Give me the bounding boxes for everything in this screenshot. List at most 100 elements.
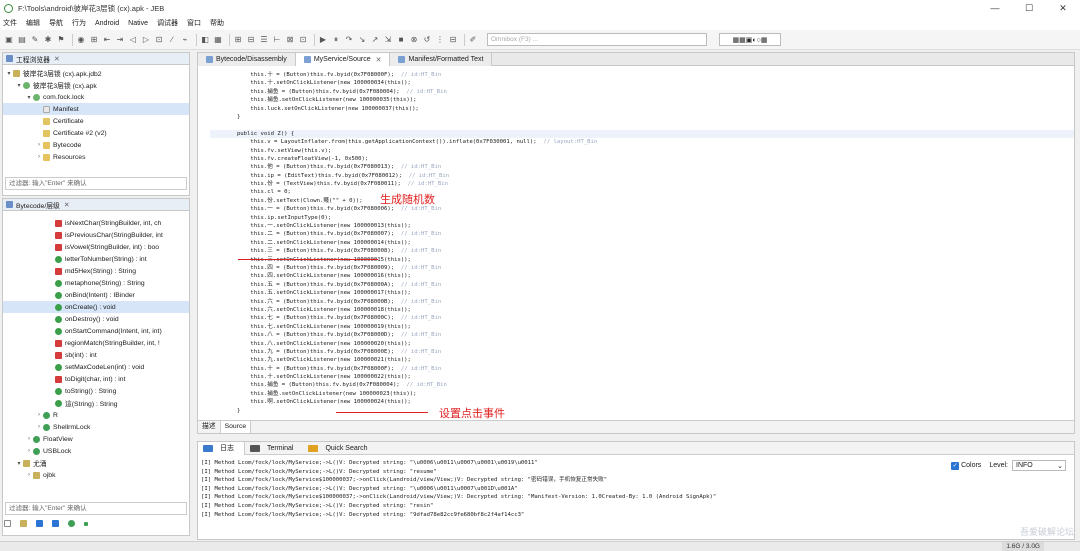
close-button[interactable]: ✕ [1046,0,1080,16]
code-line[interactable]: this.四.setOnClickListener(new 100000016(… [210,272,1074,280]
project-explorer-tab[interactable]: 工程浏览器 ✕ [3,53,189,65]
flag-icon[interactable]: ⚑ [56,35,66,45]
package-item[interactable]: ▾ 尤涌 [3,457,189,469]
code-line[interactable] [210,121,1074,129]
debug-start-icon[interactable]: ▶ [318,35,328,45]
code-line[interactable]: this.捕鱼 = (Button)this.fv.byid(0x7F08000… [210,88,1074,96]
code-line[interactable]: this.luck.setOnClickListener(new 1000000… [210,105,1074,113]
log-output[interactable]: [I] Method Lcom/fock/lock/MyService;->L(… [201,459,716,519]
code-line[interactable]: this.份 = (TextView)this.fv.byid(0x7F0800… [210,180,1074,188]
code-line[interactable]: this.十 = (Button)this.fv.byid(0x7F08000F… [210,365,1074,373]
method-item[interactable]: metaphone(String) : String [3,277,189,289]
method-item[interactable]: letterToNumber(String) : int [3,253,189,265]
back-arrow-icon[interactable]: ◁ [128,35,138,45]
tree-node-certificate-v2[interactable]: Certificate #2 (v2) [3,127,189,139]
debug-restart-icon[interactable]: ↺ [422,35,432,45]
code-line[interactable]: } [210,407,1074,415]
code-line[interactable]: this.啊.setOnClickListener(new 100000024(… [210,398,1074,406]
code-line[interactable]: this.七 = (Button)this.fv.byid(0x7F08000C… [210,314,1074,322]
split-icon[interactable]: ⊞ [89,35,99,45]
code-line[interactable]: this.八 = (Button)this.fv.byid(0x7F08000D… [210,331,1074,339]
close-icon[interactable]: ✕ [64,201,70,209]
tab-manifest-formatted[interactable]: Manifest/Formatted Text [390,53,493,66]
menu-native[interactable]: Native [128,20,148,27]
code-line[interactable]: this.捕鱼.setOnClickListener(new 100000023… [210,390,1074,398]
method-item[interactable]: setMaxCodeLen(int) : void [3,361,189,373]
debug-run-to-icon[interactable]: ⇲ [383,35,393,45]
code-line[interactable]: this.fv.createFloatView(-1, 0x500); [210,155,1074,163]
method-item[interactable]: isNextChar(StringBuilder, int, ch [3,217,189,229]
code-line[interactable]: this.ip.setInputType(0); [210,214,1074,222]
class-item[interactable]: › FloatView [3,433,189,445]
tab-quick-search[interactable]: Quick Search [303,442,377,455]
code-line[interactable]: this.九.setOnClickListener(new 100000021(… [210,356,1074,364]
tree-node-package[interactable]: ▾ com.fock.lock [3,91,189,103]
code-line[interactable]: this.二 = (Button)this.fv.byid(0x7F080007… [210,230,1074,238]
code-line[interactable]: this.八.setOnClickListener(new 100000020(… [210,340,1074,348]
open-file-icon[interactable]: ▣ [4,35,14,45]
chevron-right-icon[interactable]: › [35,142,43,148]
code-line[interactable]: this.七.setOnClickListener(new 100000019(… [210,323,1074,331]
tab-description[interactable]: 描述 [198,421,221,433]
chevron-right-icon[interactable]: › [25,448,33,454]
grid-icon[interactable]: ⊞ [233,35,243,45]
code-line[interactable]: this.一.setOnClickListener(new 100000013(… [210,222,1074,230]
table-icon[interactable]: ⊟ [246,35,256,45]
debug-threads-icon[interactable]: ⋮ [435,35,445,45]
method-filter-icon[interactable] [84,522,88,526]
menu-android[interactable]: Android [95,20,119,27]
code-line[interactable]: this.五.setOnClickListener(new 100000017(… [210,289,1074,297]
class-item[interactable]: › ShellrmLock [3,421,189,433]
tab-log[interactable]: 日志 [198,441,245,455]
wrench-icon[interactable]: ✎ [30,35,40,45]
code-line[interactable]: this.二.setOnClickListener(new 100000014(… [210,239,1074,247]
tab-terminal[interactable]: Terminal [245,442,303,455]
debug-pause-icon[interactable]: ⏸ [331,35,341,45]
chevron-right-icon[interactable]: › [35,154,43,160]
method-item[interactable]: isVowel(StringBuilder, int) : boo [3,241,189,253]
tree-node-apk[interactable]: ▾ 彼岸花3层锁 (cx).apk [3,79,189,91]
navigate-back-icon[interactable]: ⇤ [102,35,112,45]
tree-node-certificate[interactable]: Certificate [3,115,189,127]
chevron-right-icon[interactable]: › [25,436,33,442]
code-line[interactable]: this.一 = (Button)this.fv.byid(0x7F080006… [210,205,1074,213]
hierarchy-filter-input[interactable]: 过滤器: 输入"Enter" 来确认 [5,502,187,515]
level-select[interactable]: INFO ⌄ [1012,460,1066,471]
log-line[interactable]: [I] Method Lcom/fock/lock/MyService$1000… [201,493,716,502]
code-line[interactable]: this.六 = (Button)this.fv.byid(0x7F08000B… [210,298,1074,306]
code-line[interactable]: this.十.setOnClickListener(new 100000034(… [210,79,1074,87]
debug-detach-icon[interactable]: ⊗ [409,35,419,45]
debug-stop-icon[interactable]: ■ [396,35,406,45]
code-line[interactable]: this.cl = 0; [210,188,1074,196]
method-item[interactable]: onStartCommand(Intent, int, int) [3,325,189,337]
strings-icon[interactable]: ⊡ [298,35,308,45]
menu-window[interactable]: 窗口 [187,18,201,28]
method-item[interactable]: onBind(Intent) : IBinder [3,289,189,301]
plugin-icon[interactable]: ✐ [468,35,478,45]
chevron-down-icon[interactable]: ▾ [5,70,13,77]
hex-icon[interactable]: ⊠ [285,35,295,45]
log-line[interactable]: [I] Method Lcom/fock/lock/MyService;->L(… [201,468,716,477]
tab-bytecode-disassembly[interactable]: Bytecode/Disassembly [198,53,296,66]
forward-arrow-icon[interactable]: ▷ [141,35,151,45]
tree-node-resources[interactable]: › Resources [3,151,189,163]
code-line[interactable]: this.他 = (Button)this.fv.byid(0x7F080013… [210,163,1074,171]
log-line[interactable]: [I] Method Lcom/fock/lock/MyService;->L(… [201,502,716,511]
code-line[interactable]: this.十.setOnClickListener(new 100000022(… [210,373,1074,381]
comment-icon[interactable]: ⌁ [180,35,190,45]
menu-edit[interactable]: 编辑 [26,18,40,28]
log-line[interactable]: [I] Method Lcom/fock/lock/MyService;->L(… [201,485,716,494]
log-line[interactable]: [I] Method Lcom/fock/lock/MyService$1000… [201,476,716,485]
graph-icon[interactable]: ⊡ [154,35,164,45]
class-filter-icon[interactable] [68,520,75,527]
code-line[interactable]: public void Z() { [210,129,1074,139]
checkbox-icon[interactable] [4,520,11,527]
menu-debugger[interactable]: 调试器 [157,18,178,28]
log-line[interactable]: [I] Method Lcom/fock/lock/MyService;->L(… [201,459,716,468]
debug-stepout-icon[interactable]: ↗ [370,35,380,45]
list-icon[interactable]: ☰ [259,35,269,45]
omnibox-input[interactable]: Omnibox (F3) ... [487,33,707,46]
debug-stepin-icon[interactable]: ↘ [357,35,367,45]
tab-source[interactable]: Source [220,421,252,433]
code-line[interactable]: this.九 = (Button)this.fv.byid(0x7F08000E… [210,348,1074,356]
